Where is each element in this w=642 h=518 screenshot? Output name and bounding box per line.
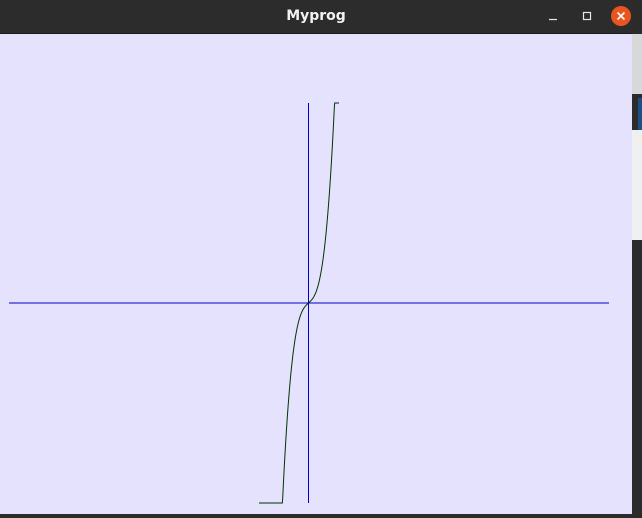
maximize-button[interactable] <box>577 6 597 26</box>
maximize-icon <box>577 6 597 26</box>
title-bar[interactable]: Myprog <box>0 0 632 34</box>
minimize-icon <box>543 6 563 26</box>
background-window-edge-light-2 <box>632 130 642 240</box>
background-window-edge-light <box>632 34 642 94</box>
drawing-canvas <box>0 34 632 514</box>
app-window: Myprog <box>0 0 632 514</box>
close-button[interactable] <box>611 6 631 26</box>
window-title: Myprog <box>286 8 346 24</box>
background-window-edge-accent <box>638 98 642 130</box>
plot-surface <box>9 102 609 504</box>
minimize-button[interactable] <box>543 6 563 26</box>
close-icon <box>611 6 631 26</box>
